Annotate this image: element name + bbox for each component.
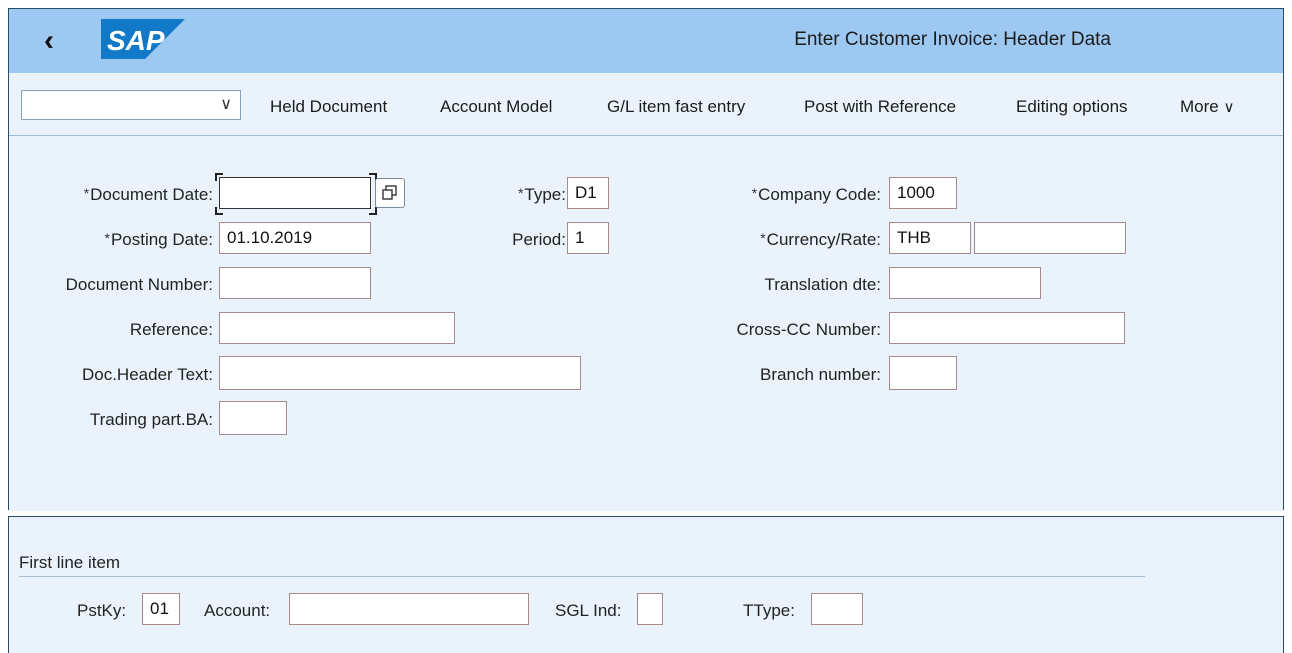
back-button[interactable]: ‹ — [35, 24, 63, 57]
sgl-ind-field[interactable] — [637, 593, 663, 625]
value-help-button[interactable] — [375, 178, 405, 208]
posting-key-field[interactable]: 01 — [142, 593, 180, 625]
focus-corner — [369, 207, 377, 215]
branch-number-label: Branch number: — [760, 365, 881, 384]
chevron-down-icon: ∨ — [1223, 99, 1235, 116]
branch-number-field[interactable] — [889, 356, 957, 390]
group-divider — [19, 576, 1145, 577]
company-code-label: *Company Code: — [752, 185, 881, 205]
more-label: More — [1180, 97, 1219, 116]
cross-cc-number-field[interactable] — [889, 312, 1125, 344]
pstky-label: PstKy: — [77, 601, 127, 620]
translation-date-field[interactable] — [889, 267, 1041, 299]
trading-part-ba-label: Trading part.BA: — [89, 410, 213, 429]
period-label: Period: — [512, 230, 566, 249]
reference-label: Reference: — [129, 320, 213, 339]
exchange-rate-field[interactable] — [974, 222, 1126, 254]
doc-header-text-label: Doc.Header Text: — [81, 365, 213, 384]
cross-cc-number-label: Cross-CC Number: — [736, 320, 881, 339]
ttype-field[interactable] — [811, 593, 863, 625]
shell-bar: ‹ SAP Enter Customer Invoice: Header Dat… — [9, 9, 1283, 74]
doc-header-text-field[interactable] — [219, 356, 581, 390]
sap-logo: SAP — [101, 19, 185, 59]
document-number-field[interactable] — [219, 267, 371, 299]
sap-logo-text: SAP — [107, 25, 165, 56]
company-code-label-text: Company Code: — [758, 185, 881, 204]
header-data-panel: ‹ SAP Enter Customer Invoice: Header Dat… — [8, 8, 1284, 511]
period-field[interactable]: 1 — [567, 222, 609, 254]
first-line-item-title: First line item — [19, 553, 121, 572]
held-document-button[interactable]: Held Document — [270, 97, 387, 117]
application-toolbar: ∨ Held Document Account Model G/L item f… — [9, 73, 1283, 136]
required-marker: * — [104, 230, 110, 246]
focus-corner — [215, 207, 223, 215]
trading-part-ba-field[interactable] — [219, 401, 287, 435]
currency-rate-label-text: Currency/Rate: — [766, 230, 881, 249]
company-code-field[interactable]: 1000 — [889, 177, 957, 209]
required-marker: * — [83, 185, 90, 201]
required-marker: * — [751, 185, 758, 201]
sgl-ind-label: SGL Ind: — [555, 601, 622, 620]
type-label-text: Type: — [524, 185, 566, 204]
posting-date-label: *Posting Date: — [104, 230, 213, 250]
posting-date-label-text: Posting Date: — [110, 230, 213, 249]
posting-date-field[interactable]: 01.10.2019 — [219, 222, 371, 254]
copy-icon — [382, 185, 397, 200]
currency-field[interactable]: THB — [889, 222, 971, 254]
post-with-reference-button[interactable]: Post with Reference — [804, 97, 956, 117]
reference-field[interactable] — [219, 312, 455, 344]
document-type-field[interactable]: D1 — [567, 177, 609, 209]
currency-rate-label: *Currency/Rate: — [760, 230, 881, 250]
document-date-field[interactable] — [219, 177, 371, 209]
required-marker: * — [760, 230, 766, 246]
variant-select[interactable]: ∨ — [21, 90, 241, 120]
ttype-label: TType: — [743, 601, 795, 620]
header-form: *Document Date: *Posting Date: 01.10.201… — [9, 136, 1283, 511]
type-label: *Type: — [518, 185, 566, 205]
focus-corner — [215, 173, 223, 181]
more-button[interactable]: More ∨ — [1180, 97, 1234, 117]
account-model-button[interactable]: Account Model — [440, 97, 552, 117]
chevron-down-icon: ∨ — [220, 96, 232, 113]
document-date-label-text: Document Date: — [90, 185, 213, 204]
account-label: Account: — [204, 601, 271, 620]
translation-date-label: Translation dte: — [764, 275, 881, 294]
first-line-item-panel: First line item PstKy: 01 Account: SGL I… — [8, 516, 1284, 653]
page-title: Enter Customer Invoice: Header Data — [794, 29, 1111, 50]
account-field[interactable] — [289, 593, 529, 625]
editing-options-button[interactable]: Editing options — [1016, 97, 1128, 117]
gl-item-fast-entry-button[interactable]: G/L item fast entry — [607, 97, 745, 117]
chevron-left-icon: ‹ — [44, 24, 54, 57]
document-date-label: *Document Date: — [84, 185, 213, 205]
document-number-label: Document Number: — [65, 275, 213, 294]
required-marker: * — [517, 185, 524, 201]
